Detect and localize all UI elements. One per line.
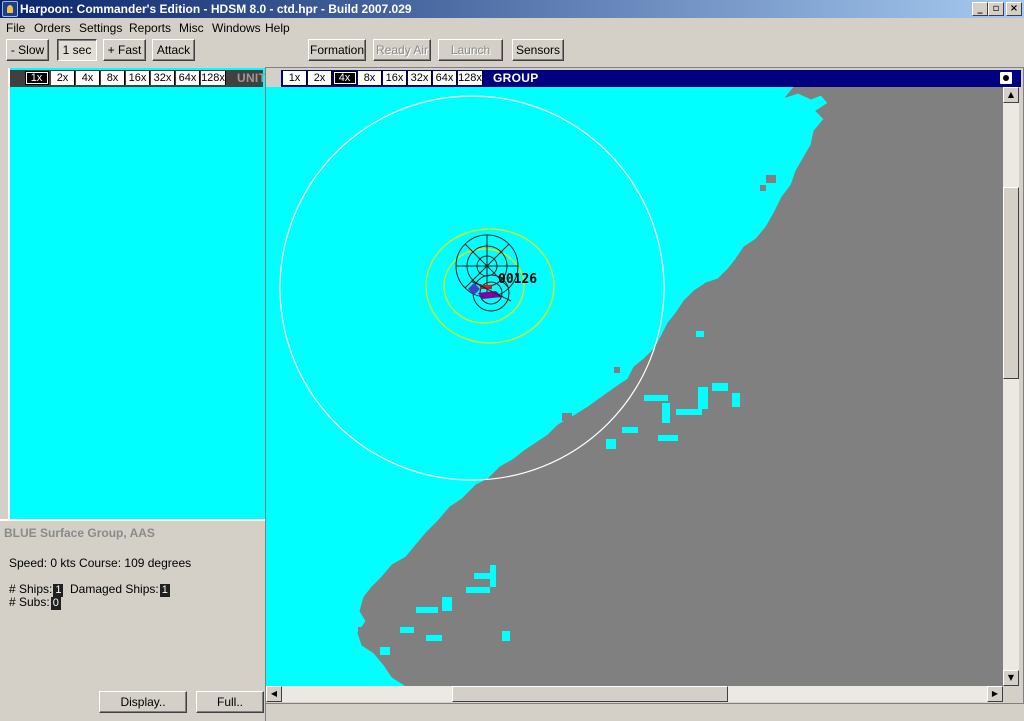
window-menu-icon[interactable] xyxy=(1000,72,1012,84)
group-title: BLUE Surface Group, AAS xyxy=(4,526,155,540)
maximize-button[interactable]: ▫ xyxy=(988,2,1004,16)
menu-bar: File Orders Settings Reports Misc Window… xyxy=(0,19,1024,37)
map-zoom-1x[interactable]: 1x xyxy=(283,71,307,85)
map-zoom-2x[interactable]: 2x xyxy=(308,71,332,85)
horizontal-scroll-thumb[interactable] xyxy=(452,686,728,702)
time-interval-button[interactable]: 1 sec xyxy=(57,39,97,61)
map-zoom-64x[interactable]: 64x xyxy=(433,71,457,85)
unit-zoom-8x[interactable]: 8x xyxy=(101,71,125,85)
scroll-up-arrow-icon[interactable]: ▲ xyxy=(1003,87,1019,103)
subs-label: # Subs: xyxy=(9,595,50,609)
subs-count-row: # Subs: 0 xyxy=(9,595,61,610)
title-bar: Harpoon: Commander's Edition - HDSM 8.0 … xyxy=(0,0,1024,18)
sensors-button[interactable]: Sensors xyxy=(512,39,564,61)
menu-settings[interactable]: Settings xyxy=(79,21,122,35)
unit-zoom-bar: 1x 2x 4x 8x 16x 32x 64x 128x UNIT xyxy=(10,70,267,87)
unit-zoom-16x[interactable]: 16x xyxy=(126,71,150,85)
unit-zoom-128x[interactable]: 128x xyxy=(201,71,226,85)
scroll-right-arrow-icon[interactable]: ▶ xyxy=(987,686,1003,702)
map-zoom-32x[interactable]: 32x xyxy=(408,71,432,85)
map-zoom-128x[interactable]: 128x xyxy=(458,71,483,85)
subs-count-badge: 0 xyxy=(50,597,61,610)
unit-window-label: UNIT xyxy=(237,71,267,85)
minimize-button[interactable]: _ xyxy=(972,2,988,16)
map-zoom-16x[interactable]: 16x xyxy=(383,71,407,85)
unit-zoom-4x[interactable]: 4x xyxy=(76,71,100,85)
damaged-ships-label: Damaged Ships: xyxy=(70,582,159,596)
speed-course-text: Speed: 0 kts Course: 109 degrees xyxy=(9,556,192,570)
vertical-scroll-thumb[interactable] xyxy=(1003,187,1019,379)
menu-misc[interactable]: Misc xyxy=(179,21,204,35)
menu-reports[interactable]: Reports xyxy=(129,21,171,35)
slow-button[interactable]: - Slow xyxy=(6,39,49,61)
group-id-label: 00126 xyxy=(498,272,537,287)
damaged-ships-badge: 1 xyxy=(159,584,170,597)
fast-button[interactable]: + Fast xyxy=(103,39,146,61)
unit-zoom-2x[interactable]: 2x xyxy=(51,71,75,85)
map-zoom-4x[interactable]: 4x xyxy=(333,71,357,85)
menu-orders[interactable]: Orders xyxy=(34,21,71,35)
tactical-map[interactable]: 00126 xyxy=(266,87,1003,686)
map-window-label: GROUP xyxy=(493,71,539,85)
full-button[interactable]: Full.. xyxy=(196,691,264,713)
formation-button[interactable]: Formation xyxy=(308,39,366,61)
display-button[interactable]: Display.. xyxy=(99,691,187,713)
close-button[interactable]: × xyxy=(1006,2,1022,16)
attack-button[interactable]: Attack xyxy=(152,39,195,61)
window-title: Harpoon: Commander's Edition - HDSM 8.0 … xyxy=(20,2,412,16)
status-bar xyxy=(266,703,1024,721)
toolbar: - Slow 1 sec + Fast Attack Formation Rea… xyxy=(0,37,1024,63)
map-zoom-bar: 1x 2x 4x 8x 16x 32x 64x 128x GROUP xyxy=(281,70,1021,87)
menu-file[interactable]: File xyxy=(6,21,25,35)
menu-windows[interactable]: Windows xyxy=(212,21,261,35)
scroll-down-arrow-icon[interactable]: ▼ xyxy=(1003,670,1019,686)
launch-button[interactable]: Launch xyxy=(438,39,503,61)
damaged-ships-row: Damaged Ships: 1 xyxy=(70,582,170,597)
scroll-left-arrow-icon[interactable]: ◀ xyxy=(266,686,282,702)
unit-zoom-32x[interactable]: 32x xyxy=(151,71,175,85)
group-info-panel: BLUE Surface Group, AAS Speed: 0 kts Cou… xyxy=(0,519,265,721)
ships-label: # Ships: xyxy=(9,582,53,596)
unit-window[interactable] xyxy=(8,68,265,520)
unit-zoom-64x[interactable]: 64x xyxy=(176,71,200,85)
map-horizontal-scrollbar[interactable]: ◀ ▶ xyxy=(266,686,1003,702)
map-zoom-8x[interactable]: 8x xyxy=(358,71,382,85)
unit-zoom-1x[interactable]: 1x xyxy=(25,71,49,85)
menu-help[interactable]: Help xyxy=(265,21,290,35)
ready-air-button[interactable]: Ready Air xyxy=(373,39,431,61)
app-icon[interactable] xyxy=(2,1,18,17)
map-vertical-scrollbar[interactable]: ▲ ▼ xyxy=(1003,87,1019,686)
